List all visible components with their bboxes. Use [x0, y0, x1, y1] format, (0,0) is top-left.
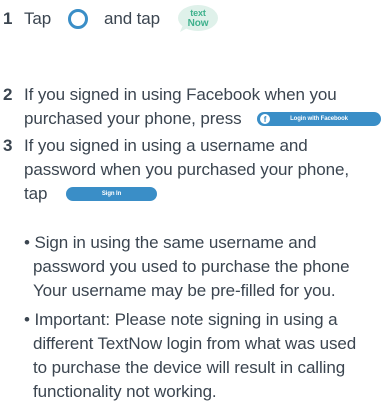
sign-in-button[interactable]: Sign In — [66, 187, 157, 201]
circle-home-button-icon — [68, 9, 88, 29]
step-3-text-line-1: If you signed in using a username and — [24, 136, 308, 155]
step-1: 1 Tap and tap text Now — [0, 5, 391, 32]
step-3-text-line-2: password when you purchased your phone, — [24, 160, 349, 179]
bullet-2-line-4: functionality not working. — [33, 382, 217, 401]
step-3: 3 If you signed in using a username and — [0, 134, 391, 158]
bullet-1: • Sign in using the same username and pa… — [0, 231, 391, 303]
step-number: 2 — [3, 85, 13, 104]
step-number: 1 — [3, 9, 13, 28]
step-1-text-tap: Tap — [24, 9, 52, 28]
svg-text:Now: Now — [188, 18, 209, 29]
step-3-continued-2: tap Sign In — [0, 182, 391, 206]
step-3-text-line-3: tap — [24, 184, 48, 203]
step-1-text-and-tap: and tap — [104, 9, 161, 28]
svg-text:text: text — [190, 8, 206, 18]
login-with-facebook-button[interactable]: f Login with Facebook — [257, 112, 381, 126]
step-2-text-line-2: purchased your phone, press — [24, 109, 242, 128]
bullet-1-line-1: • Sign in using the same username and — [24, 233, 317, 252]
step-3-continued: password when you purchased your phone, — [0, 158, 391, 182]
step-2: 2 If you signed in using Facebook when y… — [0, 83, 391, 107]
bullet-2: • Important: Please note signing in usin… — [0, 308, 391, 408]
bullet-1-line-2: password you used to purchase the phone — [33, 257, 350, 276]
login-with-facebook-label: Login with Facebook — [290, 116, 348, 122]
bullet-1-line-3: Your username may be pre-filled for you. — [33, 281, 336, 300]
textnow-logo-icon: text Now — [178, 5, 218, 32]
facebook-icon: f — [260, 114, 270, 124]
step-number: 3 — [3, 136, 13, 155]
step-2-text-line-1: If you signed in using Facebook when you — [24, 85, 337, 104]
bullet-2-line-3: to purchase the device will result in ca… — [33, 358, 346, 377]
bullet-2-line-2: different TextNow login from what was us… — [33, 334, 357, 353]
bullet-2-line-1: • Important: Please note signing in usin… — [24, 310, 338, 329]
step-2-continued: purchased your phone, press f Login with… — [0, 107, 391, 131]
